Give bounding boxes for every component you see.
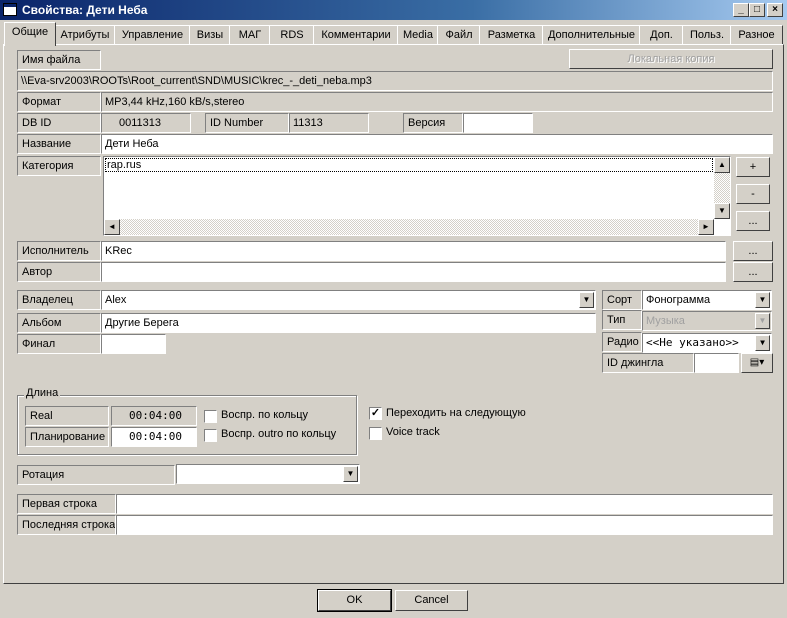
- scroll-left-icon[interactable]: ◄: [104, 219, 120, 235]
- remove-category-button[interactable]: -: [736, 184, 770, 204]
- tab-media[interactable]: Media: [397, 25, 439, 45]
- sort-combo[interactable]: Фонограмма ▼: [642, 290, 772, 310]
- cancel-button[interactable]: Cancel: [395, 590, 468, 611]
- chevron-down-icon[interactable]: ▼: [343, 466, 358, 482]
- chevron-down-icon[interactable]: ▼: [755, 292, 770, 308]
- window-title: Свойства: Дети Неба: [22, 3, 148, 17]
- tab-misc[interactable]: Разное: [730, 25, 783, 45]
- performer-label: Исполнитель: [17, 241, 101, 261]
- app-icon: [3, 3, 17, 16]
- next-label: Переходить на следующую: [386, 407, 526, 419]
- close-button[interactable]: ×: [767, 3, 783, 17]
- outro-loop-label: Воспр. outro по кольцу: [221, 428, 337, 440]
- tab-file[interactable]: Файл: [437, 25, 481, 45]
- tab-control[interactable]: Управление: [114, 25, 191, 45]
- author-more-button[interactable]: ...: [733, 262, 773, 282]
- final-label: Финал: [17, 334, 101, 354]
- radio-label: Радио: [602, 332, 642, 352]
- type-label: Тип: [602, 310, 642, 330]
- dbid-value: 0011313: [101, 113, 191, 133]
- rotation-combo[interactable]: ▼: [176, 464, 360, 484]
- owner-label: Владелец: [17, 290, 101, 310]
- name-label: Название: [17, 134, 101, 154]
- scroll-down-icon[interactable]: ▼: [714, 203, 730, 219]
- jingle-label: ID джингла: [602, 353, 694, 373]
- dbid-label: DB ID: [17, 113, 101, 133]
- minimize-button[interactable]: _: [733, 3, 749, 17]
- window-titlebar: Свойства: Дети Неба: [0, 0, 787, 20]
- outro-loop-checkbox[interactable]: [204, 429, 217, 442]
- tab-visas[interactable]: Визы: [189, 25, 231, 45]
- first-line-input[interactable]: [116, 494, 773, 514]
- ok-button[interactable]: OK: [317, 589, 392, 612]
- planning-input[interactable]: 00:04:00: [111, 427, 197, 447]
- type-value: Музыка: [646, 315, 685, 327]
- add-category-button[interactable]: +: [736, 157, 770, 177]
- filename-label: Имя файла: [17, 50, 101, 70]
- category-label: Категория: [17, 156, 101, 176]
- owner-value: Alex: [105, 294, 127, 306]
- format-value: MP3,44 kHz,160 kB/s,stereo: [101, 92, 773, 112]
- jingle-input[interactable]: [694, 353, 739, 373]
- loop-label: Воспр. по кольцу: [221, 409, 309, 421]
- format-label: Формат: [17, 92, 101, 112]
- planning-label: Планирование: [25, 427, 109, 447]
- tab-mag[interactable]: МАГ: [229, 25, 271, 45]
- real-label: Real: [25, 406, 109, 426]
- idnumber-label: ID Number: [205, 113, 289, 133]
- author-label: Автор: [17, 262, 101, 282]
- chevron-down-icon[interactable]: ▼: [579, 292, 594, 308]
- category-list[interactable]: rap.rus ▲ ▼ ◄ ►: [103, 156, 731, 236]
- album-input[interactable]: Другие Берега: [101, 313, 596, 333]
- last-line-input[interactable]: [116, 515, 773, 535]
- first-line-label: Первая строка: [17, 494, 116, 514]
- jingle-picker-icon[interactable]: ▤▾: [741, 353, 773, 373]
- voice-track-checkbox[interactable]: [369, 427, 382, 440]
- tab-strip: Общие Атрибуты Управление Визы МАГ RDS К…: [2, 22, 785, 46]
- scroll-right-icon[interactable]: ►: [698, 219, 714, 235]
- category-item[interactable]: rap.rus: [105, 158, 713, 172]
- length-group-title: Длина: [24, 387, 61, 399]
- rotation-label: Ротация: [17, 465, 175, 485]
- name-input[interactable]: Дети Неба: [101, 134, 773, 154]
- tab-additional[interactable]: Дополнительные: [542, 25, 641, 45]
- loop-checkbox[interactable]: [204, 410, 217, 423]
- chevron-down-icon[interactable]: ▼: [755, 313, 770, 329]
- radio-combo[interactable]: <<Не указано>> ▼: [642, 333, 772, 353]
- last-line-label: Последняя строка: [17, 515, 116, 535]
- tab-markup[interactable]: Разметка: [479, 25, 544, 45]
- voice-track-label: Voice track: [386, 426, 440, 438]
- performer-more-button[interactable]: ...: [733, 241, 773, 261]
- owner-combo[interactable]: Alex ▼: [101, 290, 596, 310]
- performer-input[interactable]: KRec: [101, 241, 726, 261]
- more-category-button[interactable]: ...: [736, 211, 770, 231]
- file-path: \\Eva-srv2003\ROOTs\Root_current\SND\MUS…: [17, 71, 773, 91]
- category-hscroll[interactable]: ◄ ►: [104, 219, 714, 235]
- type-combo[interactable]: Музыка ▼: [642, 311, 772, 331]
- idnumber-value: 11313: [289, 113, 369, 133]
- tab-comments[interactable]: Комментарии: [313, 25, 399, 45]
- tab-user[interactable]: Польз.: [682, 25, 732, 45]
- tab-general[interactable]: Общие: [4, 22, 56, 46]
- local-copy-button[interactable]: Локальная копия: [569, 49, 773, 69]
- tab-rds[interactable]: RDS: [269, 25, 315, 45]
- tab-extra[interactable]: Доп.: [639, 25, 684, 45]
- sort-label: Сорт: [602, 290, 642, 310]
- sort-value: Фонограмма: [646, 294, 711, 306]
- real-value: 00:04:00: [111, 406, 197, 426]
- scroll-up-icon[interactable]: ▲: [714, 157, 730, 173]
- album-label: Альбом: [17, 313, 101, 333]
- version-label: Версия: [403, 113, 463, 133]
- chevron-down-icon[interactable]: ▼: [755, 335, 770, 351]
- author-input[interactable]: [101, 262, 726, 282]
- maximize-button[interactable]: □: [749, 3, 765, 17]
- final-input[interactable]: [101, 334, 166, 354]
- category-vscroll[interactable]: ▲ ▼: [714, 157, 730, 219]
- radio-value: <<Не указано>>: [646, 336, 739, 349]
- tab-attributes[interactable]: Атрибуты: [54, 25, 116, 45]
- version-input[interactable]: [463, 113, 533, 133]
- next-checkbox[interactable]: ✓: [369, 407, 382, 420]
